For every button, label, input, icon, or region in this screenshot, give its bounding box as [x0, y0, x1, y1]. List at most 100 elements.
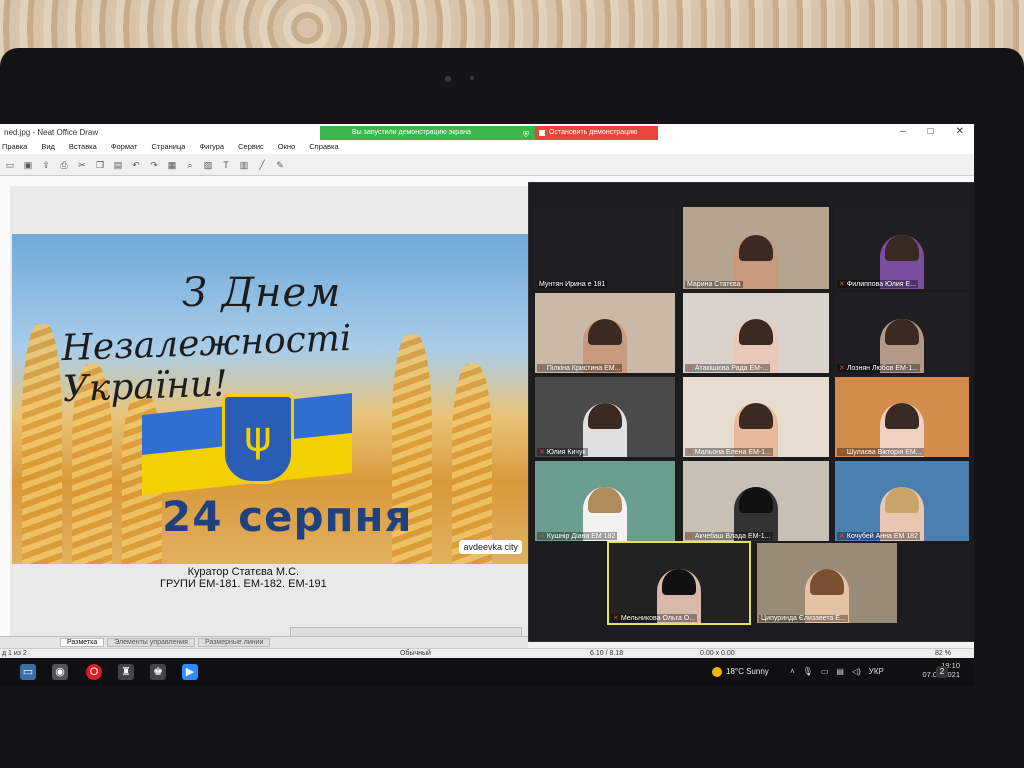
tab-layout[interactable]: Разметка	[60, 638, 105, 647]
participant-tile[interactable]: ✕ Мальона Елена ЕМ-1...	[683, 377, 829, 457]
system-tray: ˄ 🎙 ▭ ▤ ◁) УКР	[790, 667, 884, 676]
participant-tile[interactable]: ✕ Кушнір Діана ЕМ 182	[535, 461, 675, 541]
weather-widget[interactable]: 18°C Sunny	[712, 667, 769, 677]
menu-item-view[interactable]: Вид	[41, 142, 55, 154]
close-button[interactable]: ✕	[956, 126, 964, 137]
battery-icon[interactable]: ▭	[821, 667, 829, 676]
opera-icon[interactable]: O	[86, 664, 102, 680]
participant-name: Акчебаш Влада ЕМ-1...	[694, 533, 771, 540]
menu-item-help[interactable]: Справка	[309, 142, 338, 154]
participant-tile[interactable]: ✕ Шулаєва Вікторія ЕМ...	[835, 377, 969, 457]
participant-name: Мунтян Ирина е 181	[539, 281, 606, 288]
app-icon[interactable]: ♜	[118, 664, 134, 680]
weather-text: 18°C Sunny	[726, 667, 769, 677]
text-icon[interactable]: T	[220, 159, 232, 171]
participant-tile[interactable]: ✕ Юлия Кичук	[535, 377, 675, 457]
menu-bar: Правка Вид Вставка Формат Страница Фигур…	[0, 142, 974, 154]
camera-sensor-icon	[470, 76, 474, 80]
grid-icon[interactable]: ▦	[166, 159, 178, 171]
app-icon[interactable]: ◉	[52, 664, 68, 680]
app-window-icon[interactable]: ▭	[20, 664, 36, 680]
network-icon[interactable]: ▤	[836, 667, 844, 676]
participant-name: Юлия Кичук	[546, 449, 586, 456]
app-icon[interactable]: ♚	[150, 664, 166, 680]
participant-name: Филиппова Юлия Е...	[846, 281, 917, 288]
muted-mic-icon: ✕	[687, 533, 693, 540]
paste-icon[interactable]: ▤	[112, 159, 124, 171]
layer-tabs: Разметка Элементы управления Размерные л…	[0, 636, 528, 648]
participant-tile[interactable]: ✕ Атакішієва Рада ЕМ-...	[683, 293, 829, 373]
muted-mic-icon: ✕	[839, 365, 845, 372]
webcam-icon	[445, 76, 451, 82]
copy-icon[interactable]: ❐	[94, 159, 106, 171]
minimize-button[interactable]: –	[900, 126, 906, 137]
window-titlebar: ned.jpg - Neat Office Draw Вы запустили …	[0, 124, 974, 143]
menu-item-format[interactable]: Формат	[111, 142, 138, 154]
muted-mic-icon: ✕	[539, 365, 545, 372]
new-icon[interactable]: ▭	[4, 159, 16, 171]
holiday-poster-image[interactable]: З Днем Незалежності України! ψ 24 серпня…	[12, 234, 528, 564]
laptop-screen: ned.jpg - Neat Office Draw Вы запустили …	[0, 124, 974, 686]
poster-headline-line2: Незалежності України!	[60, 318, 353, 411]
menu-item-edit[interactable]: Правка	[2, 142, 27, 154]
participant-tile[interactable]: ✕ Пілкіна Кристина ЕМ...	[535, 293, 675, 373]
menu-item-window[interactable]: Окно	[278, 142, 295, 154]
pencil-icon[interactable]: ✎	[274, 159, 286, 171]
tab-controls[interactable]: Элементы управления	[107, 638, 195, 647]
muted-mic-icon: ✕	[539, 533, 545, 540]
participant-name: Пілкіна Кристина ЕМ...	[546, 365, 621, 372]
image-icon[interactable]: ▨	[202, 159, 214, 171]
status-size: 0.00 x 0.00	[700, 650, 735, 657]
participant-tile[interactable]: Мунтян Ирина е 181	[535, 207, 675, 289]
poster-headline-line1: З Днем	[182, 270, 342, 316]
line-icon[interactable]: ╱	[256, 159, 268, 171]
participant-tile[interactable]: ✕ Акчебаш Влада ЕМ-1...	[683, 461, 829, 541]
status-style: Обычный	[400, 650, 431, 657]
poster-caption: Куратор Статєва М.С. ГРУПИ ЕМ-181. ЕМ-18…	[160, 566, 327, 590]
stop-share-button[interactable]: Остановить демонстрацию	[535, 126, 658, 140]
muted-mic-icon: ✕	[539, 449, 545, 456]
zoom-icon[interactable]: ▶	[182, 664, 198, 680]
tab-dimension-lines[interactable]: Размерные линии	[197, 638, 271, 647]
participant-tile[interactable]: ✕ Филиппова Юлия Е...	[835, 207, 969, 289]
menu-item-shape[interactable]: Фигура	[199, 142, 224, 154]
volume-icon[interactable]: ◁)	[852, 667, 861, 676]
participant-tile[interactable]: Ципуринда Єлизавета Е...	[757, 543, 897, 623]
chevron-up-icon[interactable]: ˄	[790, 667, 795, 676]
language-indicator[interactable]: УКР	[869, 667, 884, 676]
participant-name: Кушнір Діана ЕМ 182	[546, 533, 616, 540]
curator-text: Куратор Статєва М.С.	[187, 566, 300, 578]
participant-name: Марина Статєва	[687, 281, 741, 288]
save-icon[interactable]: ▣	[22, 159, 34, 171]
menu-item-page[interactable]: Страница	[151, 142, 185, 154]
participant-tile[interactable]: ✕ Кочубей Анна ЕМ 182	[835, 461, 969, 541]
participant-tile[interactable]: ✕ Лознян Любов ЕМ-1...	[835, 293, 969, 373]
cut-icon[interactable]: ✂	[76, 159, 88, 171]
participant-name: Шулаєва Вікторія ЕМ...	[846, 449, 922, 456]
redo-icon[interactable]: ↷	[148, 159, 160, 171]
zoom-icon[interactable]: ⌕	[184, 159, 196, 171]
microphone-icon[interactable]: 🎙	[803, 667, 813, 676]
muted-mic-icon: ✕	[613, 615, 619, 622]
undo-icon[interactable]: ↶	[130, 159, 142, 171]
muted-mic-icon: ✕	[839, 533, 845, 540]
muted-mic-icon: ✕	[687, 449, 693, 456]
notification-icon[interactable]: 2	[936, 666, 948, 678]
participant-tile-speaking[interactable]: ✕ Мельникова Ольга О...	[607, 541, 751, 625]
wheat-decoration	[22, 324, 62, 564]
print-icon[interactable]: ⎙	[58, 159, 70, 171]
screen-share-banner: Вы запустили демонстрацию экрана ⛨	[320, 126, 535, 140]
window-title: ned.jpg - Neat Office Draw	[4, 128, 99, 137]
chart-icon[interactable]: ▥	[238, 159, 250, 171]
export-icon[interactable]: ⇪	[40, 159, 52, 171]
maximize-button[interactable]: □	[928, 126, 934, 137]
participant-name: Кочубей Анна ЕМ 182	[846, 533, 918, 540]
muted-mic-icon: ✕	[839, 281, 845, 288]
menu-item-tools[interactable]: Сервис	[238, 142, 264, 154]
windows-taskbar: ▭ ◉ O ♜ ♚ ▶ 18°C Sunny ˄ 🎙 ▭ ▤ ◁) УКР 19…	[0, 658, 974, 686]
stop-share-label: Остановить демонстрацию	[549, 129, 638, 136]
trident-icon: ψ	[222, 394, 294, 484]
stop-icon	[539, 130, 545, 136]
menu-item-insert[interactable]: Вставка	[69, 142, 97, 154]
participant-tile[interactable]: Марина Статєва	[683, 207, 829, 289]
